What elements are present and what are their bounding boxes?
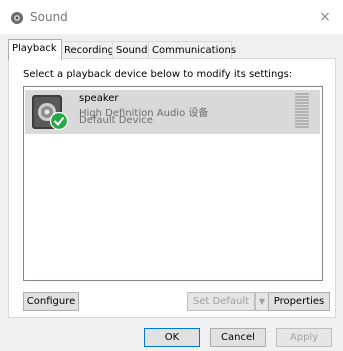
volume-meter [295,93,309,131]
window-title: Sound [30,10,68,24]
close-icon[interactable]: × [313,6,337,28]
tab-communications[interactable]: Communications [148,41,236,59]
ok-button[interactable]: OK [144,328,200,347]
sound-dialog: Sound × Playback Recording Sounds Commun… [0,0,343,351]
instruction-text: Select a playback device below to modify… [23,69,293,80]
set-default-button[interactable]: Set Default [187,292,255,311]
speaker-icon [32,95,69,131]
chevron-down-icon[interactable]: ▼ [255,292,269,311]
device-status: Default Device [79,115,153,126]
default-check-icon [49,111,69,131]
speaker-app-icon [11,12,23,24]
tab-recording[interactable]: Recording [60,41,118,59]
playback-panel: Select a playback device below to modify… [8,58,336,318]
list-item[interactable]: speaker High Definition Audio 设备 Default… [25,90,320,134]
title-bar: Sound × [0,0,343,34]
device-list[interactable]: speaker High Definition Audio 设备 Default… [23,86,323,281]
apply-button[interactable]: Apply [276,328,332,347]
properties-button[interactable]: Properties [268,292,330,311]
tab-playback[interactable]: Playback [8,39,62,60]
cancel-button[interactable]: Cancel [210,328,266,347]
configure-button[interactable]: Configure [23,292,79,311]
device-name: speaker [79,93,119,104]
